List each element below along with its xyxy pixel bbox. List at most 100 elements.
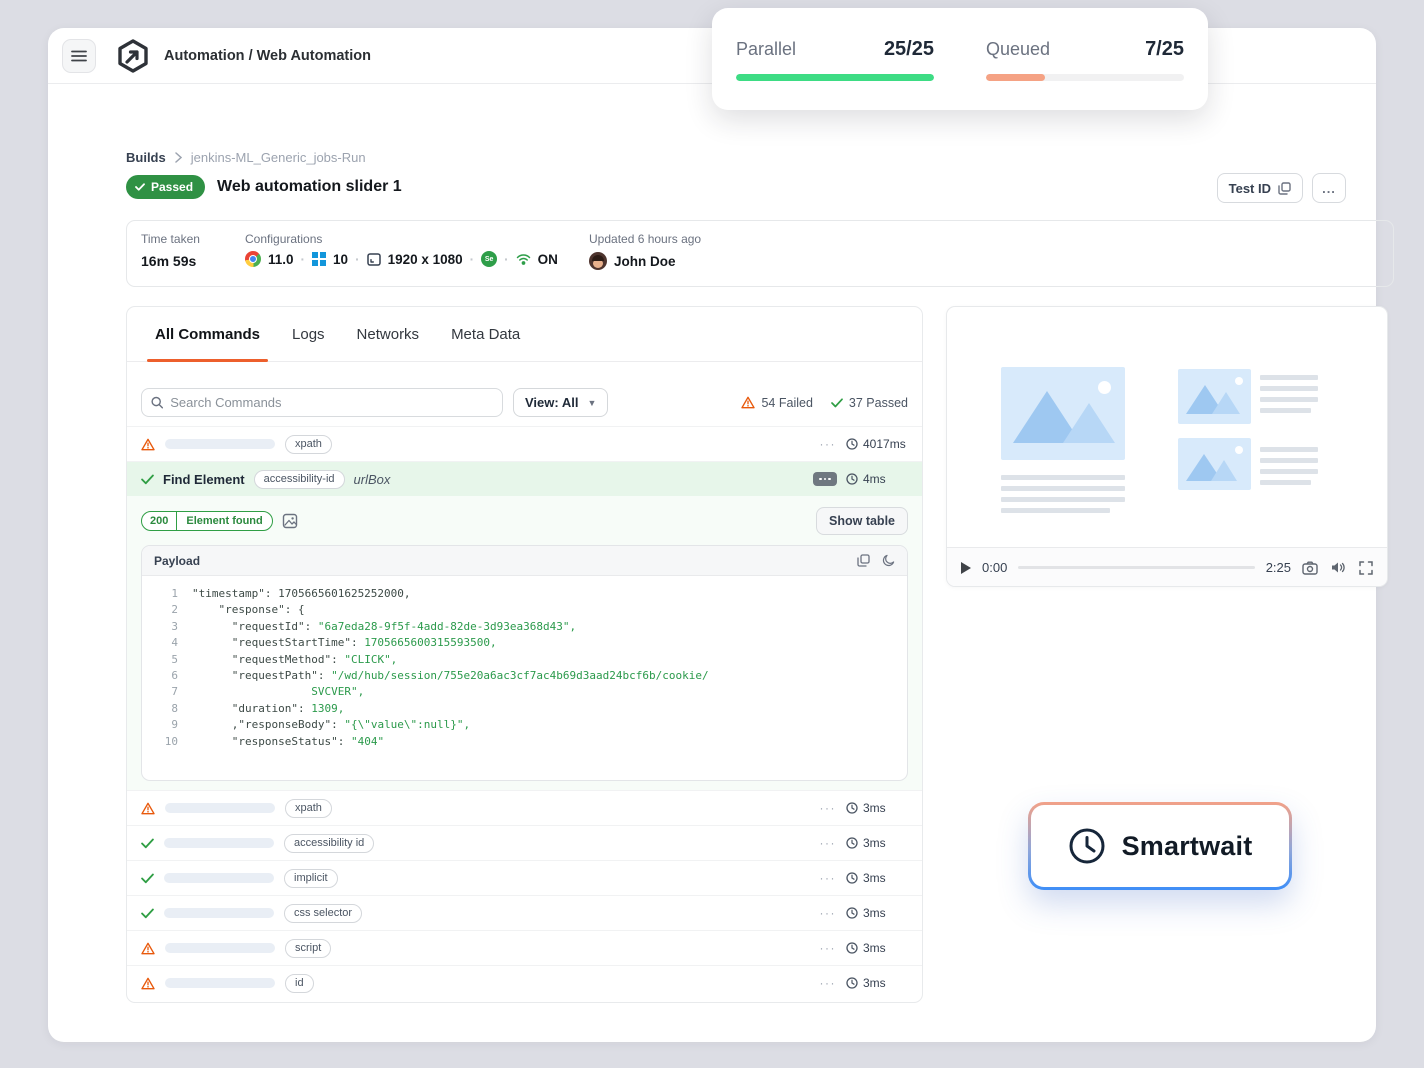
queued-label: Queued xyxy=(986,39,1050,60)
tab-meta-data[interactable]: Meta Data xyxy=(451,307,520,361)
more-options-button[interactable]: ... xyxy=(1312,173,1346,203)
volume-icon[interactable] xyxy=(1331,561,1346,574)
line-number: 4 xyxy=(142,635,178,651)
smartwait-label: Smartwait xyxy=(1122,831,1253,862)
page-title: Web automation slider 1 xyxy=(217,178,402,196)
queued-stat: Queued 7/25 xyxy=(986,38,1184,110)
row-more-button[interactable]: ··· xyxy=(820,836,837,850)
duration: 3ms xyxy=(846,836,908,850)
title-actions: Test ID ... xyxy=(1217,173,1346,203)
windows-os-icon xyxy=(312,252,326,266)
command-list-bottom: xpath···3msaccessibility id···3msimplici… xyxy=(127,790,922,1000)
dot-separator: · xyxy=(301,252,306,267)
mock-text-lines xyxy=(1260,447,1318,485)
parallel-value: 25/25 xyxy=(884,38,934,61)
search-input[interactable] xyxy=(170,395,493,410)
chevron-right-icon xyxy=(175,152,182,163)
payload-card: Payload 1"timestamp": 170566560162525200… xyxy=(141,545,908,781)
video-preview[interactable] xyxy=(947,307,1387,547)
clock-icon xyxy=(846,872,858,884)
dot-separator: · xyxy=(355,252,360,267)
command-row[interactable]: script···3ms xyxy=(127,930,922,965)
line-number: 10 xyxy=(142,734,178,750)
locator-pill: script xyxy=(285,939,331,958)
show-table-button[interactable]: Show table xyxy=(816,507,908,535)
app-logo-icon xyxy=(116,39,150,73)
app-breadcrumb: Automation / Web Automation xyxy=(164,48,371,64)
resolution-icon xyxy=(367,253,381,266)
screenshot-icon[interactable] xyxy=(282,513,298,529)
hamburger-menu-button[interactable] xyxy=(62,39,96,73)
passed-count: 37 Passed xyxy=(831,396,908,410)
line-number: 6 xyxy=(142,668,178,684)
tab-all-commands[interactable]: All Commands xyxy=(155,307,260,361)
duration: 4ms xyxy=(846,472,908,486)
row-more-button[interactable]: ··· xyxy=(820,871,837,885)
duration: 4017ms xyxy=(846,437,908,451)
command-row[interactable]: accessibility id···3ms xyxy=(127,825,922,860)
network-state: ON xyxy=(538,252,558,267)
chevron-down-icon: ▼ xyxy=(587,398,596,408)
command-row[interactable]: xpath···3ms xyxy=(127,790,922,825)
duration: 3ms xyxy=(846,906,908,920)
command-list-top: xpath···4017ms xyxy=(127,426,922,461)
code-line: 3 "requestId": "6a7eda28-9f5f-4add-82de-… xyxy=(142,619,907,635)
status-badge: Passed xyxy=(126,175,205,199)
command-skeleton xyxy=(164,908,274,918)
dark-mode-moon-icon[interactable] xyxy=(882,554,895,567)
browser-version: 11.0 xyxy=(268,252,294,267)
seek-bar[interactable] xyxy=(1018,566,1254,569)
duration-time: 2:25 xyxy=(1266,560,1291,575)
queued-value: 7/25 xyxy=(1145,38,1184,61)
current-time: 0:00 xyxy=(982,560,1007,575)
line-number: 2 xyxy=(142,602,178,618)
duration: 3ms xyxy=(846,871,908,885)
tab-networks[interactable]: Networks xyxy=(357,307,420,361)
search-icon xyxy=(151,396,163,409)
clock-icon xyxy=(1068,827,1106,865)
response-status-pill: 200 Element found xyxy=(141,511,273,531)
user-name: John Doe xyxy=(614,254,676,269)
smartwait-button[interactable]: Smartwait xyxy=(1028,802,1292,890)
copy-icon[interactable] xyxy=(857,554,870,567)
video-controls: 0:00 2:25 xyxy=(947,547,1387,587)
clock-icon xyxy=(846,438,858,450)
tab-logs[interactable]: Logs xyxy=(292,307,325,361)
test-id-button[interactable]: Test ID xyxy=(1217,173,1303,203)
resolution-value: 1920 x 1080 xyxy=(388,252,463,267)
hamburger-icon xyxy=(71,50,87,62)
locator-pill: id xyxy=(285,974,314,993)
screenshot-camera-icon[interactable] xyxy=(1302,561,1318,575)
code-line: 1"timestamp": 1705665601625252000, xyxy=(142,586,907,602)
fullscreen-icon[interactable] xyxy=(1359,561,1373,575)
queued-progress-fill xyxy=(986,74,1045,81)
breadcrumb-builds-link[interactable]: Builds xyxy=(126,150,166,165)
breadcrumb: Builds jenkins-ML_Generic_jobs-Run xyxy=(126,150,366,165)
check-icon xyxy=(831,398,843,408)
row-more-button[interactable]: ··· xyxy=(820,801,837,815)
response-code: 200 xyxy=(142,512,177,530)
row-more-button[interactable]: ··· xyxy=(820,976,837,990)
command-name: Find Element xyxy=(163,472,245,487)
row-more-button[interactable]: ··· xyxy=(820,906,837,920)
locator-pill: xpath xyxy=(285,799,332,818)
command-row[interactable]: implicit ··· 3ms xyxy=(127,860,922,895)
row-more-button[interactable] xyxy=(813,472,837,486)
locator-pill: implicit xyxy=(284,869,338,888)
mock-text-lines xyxy=(1260,375,1318,413)
command-row-selected[interactable]: Find Element accessibility-id urlBox 4ms xyxy=(127,461,922,496)
breadcrumb-build-name: jenkins-ML_Generic_jobs-Run xyxy=(191,150,366,165)
chrome-browser-icon xyxy=(245,251,261,267)
command-row[interactable]: xpath···4017ms xyxy=(127,426,922,461)
view-filter-dropdown[interactable]: View: All ▼ xyxy=(513,388,608,417)
locator-pill: css selector xyxy=(284,904,362,923)
row-more-button[interactable]: ··· xyxy=(820,941,837,955)
play-button[interactable] xyxy=(961,562,971,574)
dot-separator: · xyxy=(470,252,475,267)
build-title-row: Passed Web automation slider 1 xyxy=(126,175,402,199)
command-row[interactable]: css selector ··· 3ms xyxy=(127,895,922,930)
command-row[interactable]: id···3ms xyxy=(127,965,922,1000)
commands-panel: All Commands Logs Networks Meta Data Vie… xyxy=(126,306,923,1003)
warning-icon xyxy=(141,802,155,815)
row-more-button[interactable]: ··· xyxy=(820,437,837,451)
